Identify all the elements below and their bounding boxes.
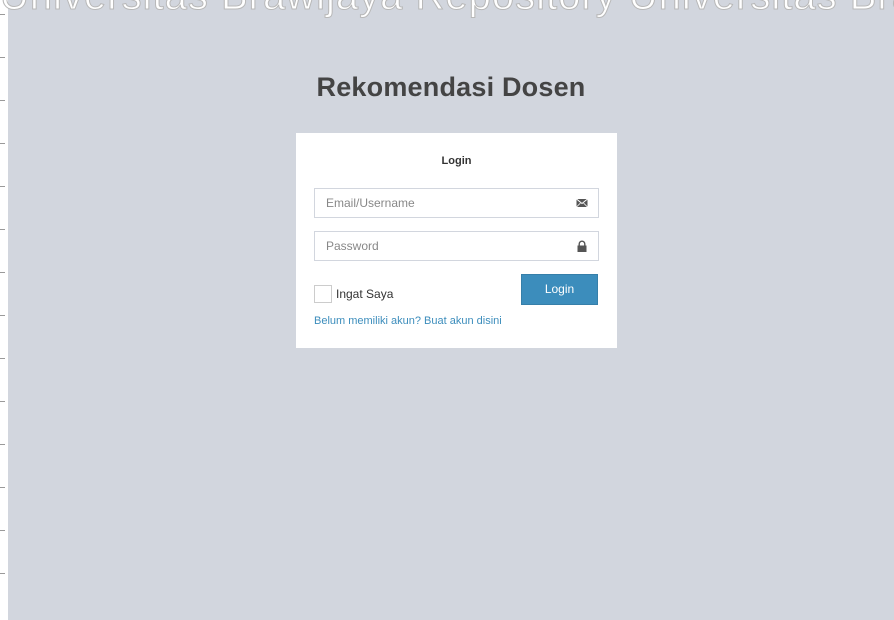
- register-link[interactable]: Belum memiliki akun? Buat akun disini: [314, 315, 502, 327]
- margin-tick: [0, 401, 5, 402]
- margin-tick: [0, 530, 5, 531]
- page-title: Rekomendasi Dosen: [316, 72, 586, 102]
- password-field[interactable]: [314, 231, 599, 261]
- password-input[interactable]: [315, 232, 566, 260]
- login-heading: Login: [441, 155, 472, 167]
- remember-checkbox[interactable]: [314, 285, 332, 303]
- page: Universitas Brawijaya Repository Univers…: [0, 0, 894, 620]
- margin-tick: [0, 57, 5, 58]
- email-field[interactable]: [314, 188, 599, 218]
- envelope-icon: [576, 198, 588, 208]
- margin-tick: [0, 100, 5, 101]
- margin-tick: [0, 272, 5, 273]
- margin-tick: [0, 229, 5, 230]
- margin-tick: [0, 444, 5, 445]
- login-button[interactable]: Login: [521, 274, 598, 305]
- document-margin: [0, 0, 8, 620]
- margin-tick: [0, 487, 5, 488]
- remember-label: Ingat Saya: [336, 287, 394, 301]
- login-box: Login Ingat Saya Login Belum memiliki ak…: [296, 133, 617, 348]
- margin-tick: [0, 14, 5, 15]
- email-input[interactable]: [315, 189, 566, 217]
- margin-tick: [0, 573, 5, 574]
- remember-me[interactable]: Ingat Saya: [314, 284, 393, 304]
- lock-icon: [577, 240, 587, 252]
- margin-tick: [0, 143, 5, 144]
- margin-tick: [0, 358, 5, 359]
- margin-tick: [0, 315, 5, 316]
- margin-tick: [0, 186, 5, 187]
